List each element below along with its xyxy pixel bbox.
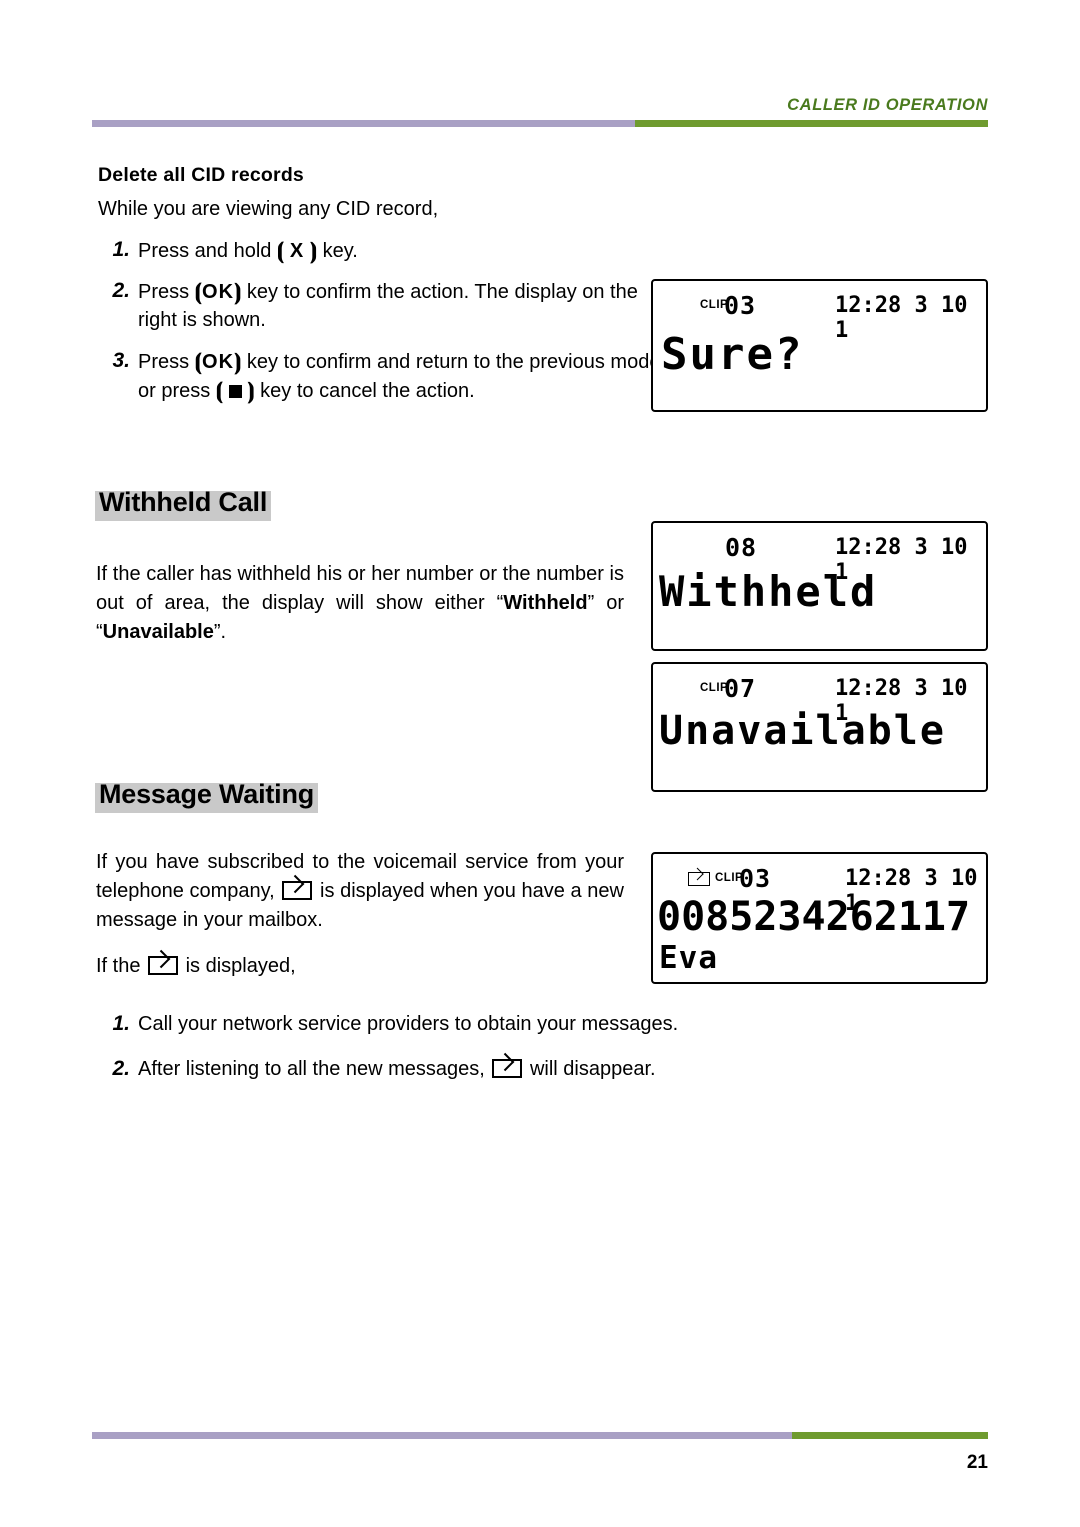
page-header: CALLER ID OPERATION	[92, 96, 988, 130]
section-title-message-waiting: Message Waiting	[95, 778, 319, 813]
step-number: 2.	[112, 1057, 130, 1080]
message-waiting-paragraph: If you have subscribed to the voicemail …	[96, 848, 624, 935]
header-divider	[92, 120, 988, 127]
step-number: 1.	[112, 238, 130, 261]
step-number: 2.	[112, 279, 130, 302]
lcd-main-text: Withheld	[659, 567, 878, 616]
withheld-bold-2: Unavailable	[102, 621, 214, 643]
lcd-panel-unavailable: CLIP 07 12:28 3 10 1 Unavailable	[651, 662, 988, 792]
step-text-before: After listening to all the new messages,	[138, 1058, 491, 1080]
lcd-record-number: 07	[724, 674, 757, 703]
step-text: Press ⦗OK⦘ key to confirm and return to …	[138, 347, 678, 405]
key-badge-ok: ⦗OK⦘	[194, 279, 242, 304]
lcd-panel-message-waiting: CLIP 03 12:28 3 10 1 0085234262117 Eva	[651, 852, 988, 984]
page-header-title: CALLER ID OPERATION	[787, 96, 988, 114]
lcd-caller-name: Eva	[659, 940, 718, 976]
message-if-displayed-line: If the is displayed,	[96, 953, 296, 978]
withheld-paragraph: If the caller has withheld his or her nu…	[96, 563, 625, 643]
step-text-before: Press	[138, 281, 195, 303]
stop-square-icon	[228, 385, 242, 398]
envelope-icon	[492, 1059, 523, 1078]
envelope-icon	[148, 956, 179, 975]
step-text-before: Press	[138, 351, 195, 373]
key-label: OK	[202, 351, 235, 373]
section-title-withheld-call: Withheld Call	[95, 486, 272, 521]
page-number: 21	[966, 1452, 988, 1473]
if-line-part1: If the	[96, 955, 147, 977]
lcd-record-number: 03	[724, 291, 757, 320]
envelope-icon	[688, 872, 710, 886]
step-text: After listening to all the new messages,…	[138, 1055, 838, 1083]
lcd-timestamp: 12:28 3 10 1	[835, 293, 968, 343]
step-item: 2. Press ⦗OK⦘ key to confirm the action.…	[96, 277, 678, 334]
lcd-record-number: 03	[739, 864, 772, 893]
step-text-after: key to cancel the action.	[254, 380, 475, 402]
lcd-caller-number: 0085234262117	[657, 894, 971, 940]
key-badge-x: ⦗ X ⦘	[276, 238, 318, 263]
step-number: 1.	[112, 1012, 130, 1035]
footer-divider	[92, 1432, 988, 1439]
step-text-before: Press and hold	[138, 240, 277, 262]
step-text: Press and hold ⦗ X ⦘ key.	[138, 236, 678, 265]
key-label: X	[289, 240, 305, 262]
step-text-after: key.	[317, 240, 358, 262]
step-item: 1. Call your network service providers t…	[96, 1010, 838, 1038]
if-line-part2: is displayed,	[180, 955, 296, 977]
envelope-icon	[282, 881, 313, 900]
footer-divider-right	[792, 1432, 988, 1439]
lcd-panel-sure: CLIP 03 12:28 3 10 1 Sure?	[651, 279, 988, 412]
withheld-bold-1: Withheld	[503, 592, 588, 614]
step-number: 3.	[112, 349, 130, 372]
delete-cid-intro: While you are viewing any CID record,	[98, 198, 439, 220]
section-heading-delete-cid: Delete all CID records	[98, 164, 304, 186]
step-text-after: will disappear.	[524, 1058, 656, 1080]
step-text: Press ⦗OK⦘ key to confirm the action. Th…	[138, 277, 678, 334]
lcd-main-text: Unavailable	[659, 708, 946, 754]
key-badge-stop: ⦗ ⦘	[215, 378, 255, 403]
step-item: 2. After listening to all the new messag…	[96, 1055, 838, 1083]
step-text: Call your network service providers to o…	[138, 1013, 679, 1035]
footer-divider-left	[92, 1432, 792, 1439]
lcd-record-number: 08	[725, 533, 758, 562]
key-label: OK	[202, 281, 235, 303]
step-item: 1. Press and hold ⦗ X ⦘ key.	[96, 236, 678, 265]
step-item: 3. Press ⦗OK⦘ key to confirm and return …	[96, 347, 678, 405]
lcd-panel-withheld: 08 12:28 3 10 1 Withheld	[651, 521, 988, 651]
key-badge-ok: ⦗OK⦘	[194, 349, 242, 374]
header-divider-left	[92, 120, 635, 127]
header-divider-right	[635, 120, 988, 127]
lcd-main-text: Sure?	[661, 329, 804, 380]
